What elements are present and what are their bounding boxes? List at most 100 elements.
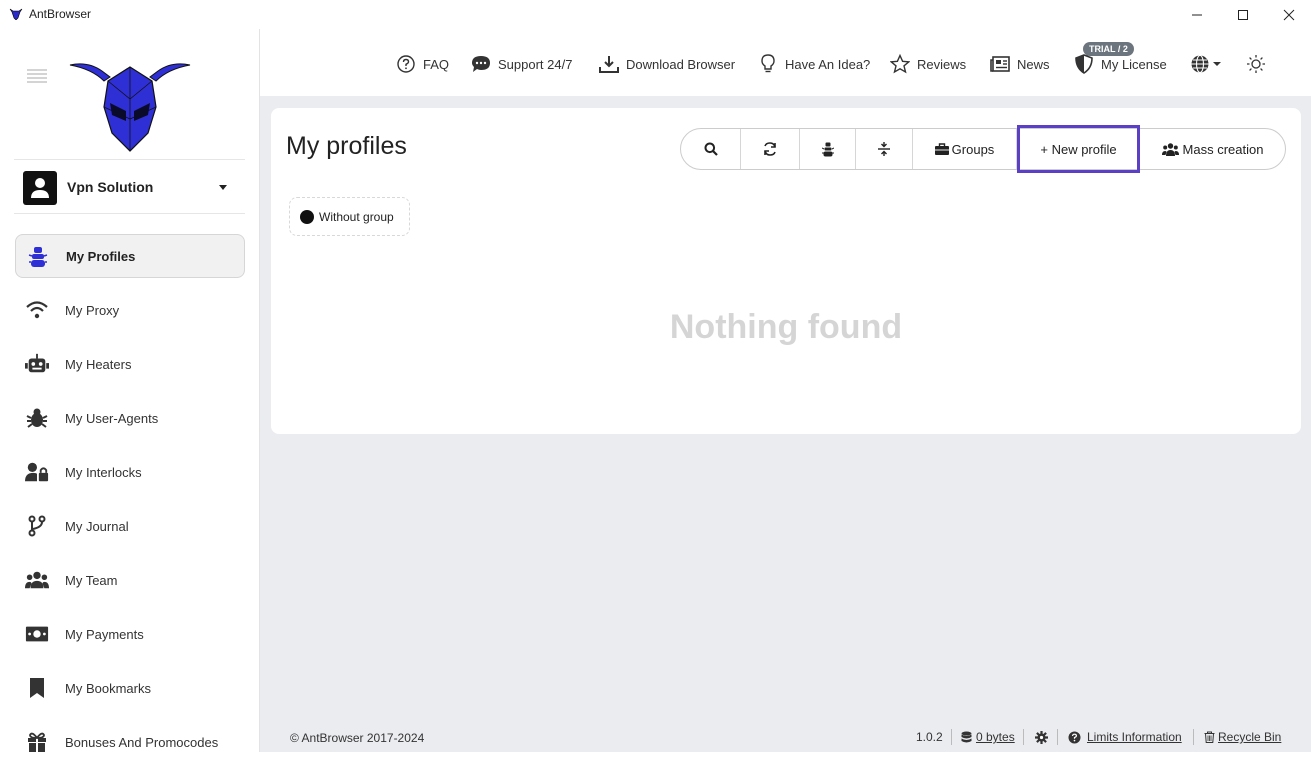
title-bar: AntBrowser	[0, 0, 1311, 29]
news-label: News	[1017, 56, 1050, 72]
sidebar-item-my-profiles[interactable]: My Profiles	[15, 234, 245, 278]
sidebar-item-my-team[interactable]: My Team	[15, 558, 245, 602]
footer-divider	[951, 729, 952, 745]
limits-information-link[interactable]: Limits Information	[1068, 729, 1182, 745]
idea-label: Have An Idea?	[785, 56, 871, 72]
groups-button[interactable]: Groups	[913, 129, 1017, 169]
newspaper-icon	[990, 54, 1010, 74]
minimize-button[interactable]	[1174, 0, 1220, 29]
have-an-idea-link[interactable]: Have An Idea?	[758, 52, 870, 76]
ant-icon	[26, 245, 50, 269]
briefcase-icon	[934, 143, 949, 155]
sidebar-item-my-payments[interactable]: My Payments	[15, 612, 245, 656]
license-label: My License	[1101, 56, 1167, 72]
group-chip-label: Without group	[319, 209, 394, 224]
window-title: AntBrowser	[29, 7, 92, 21]
faq-label: FAQ	[423, 56, 450, 72]
sidebar-item-my-user-agents[interactable]: My User-Agents	[15, 396, 245, 440]
news-link[interactable]: News	[990, 52, 1050, 76]
compress-button[interactable]	[856, 129, 913, 169]
language-dropdown[interactable]	[1190, 52, 1221, 76]
top-navigation: FAQ Support 24/7 Download Browser Have A…	[260, 29, 1311, 96]
sidebar-item-my-bookmarks[interactable]: My Bookmarks	[15, 666, 245, 710]
refresh-button[interactable]	[741, 129, 800, 169]
users-icon	[1161, 142, 1179, 156]
users-icon	[25, 568, 49, 592]
divider	[14, 213, 245, 214]
bug-icon	[25, 406, 49, 430]
group-chip-without-group[interactable]: Without group	[289, 197, 410, 236]
app-logo-icon	[9, 8, 23, 20]
wifi-icon	[25, 298, 49, 322]
group-color-dot	[300, 209, 314, 224]
storage-link[interactable]: 0 bytes	[961, 729, 1015, 745]
gift-icon	[25, 730, 49, 754]
profiles-toolbar: Groups + New profile Mass creation	[680, 125, 1286, 173]
version-text: 1.0.2	[916, 730, 943, 744]
sidebar-item-label: My Team	[65, 572, 118, 588]
sidebar-item-my-proxy[interactable]: My Proxy	[15, 288, 245, 332]
avatar	[23, 171, 57, 205]
search-button[interactable]	[681, 129, 741, 169]
footer-divider	[1023, 729, 1024, 745]
sidebar-item-label: My Payments	[65, 626, 144, 642]
caret-down-icon	[219, 185, 227, 190]
footer-divider	[1057, 729, 1058, 745]
new-profile-label: + New profile	[1040, 141, 1117, 157]
sidebar-item-label: My Journal	[65, 518, 129, 534]
compress-icon	[878, 142, 890, 156]
page-title: My profiles	[286, 132, 407, 160]
sidebar-item-label: My Interlocks	[65, 464, 142, 480]
gear-icon	[1035, 730, 1048, 744]
sidebar: Vpn Solution My Profiles My Proxy My Hea…	[0, 29, 260, 752]
new-profile-button[interactable]: + New profile	[1017, 125, 1140, 173]
empty-state-text: Nothing found	[669, 308, 903, 346]
user-lock-icon	[25, 460, 49, 484]
sidebar-item-label: My Proxy	[65, 302, 120, 318]
maximize-icon	[1238, 9, 1248, 20]
recycle-label: Recycle Bin	[1218, 730, 1282, 744]
support-link[interactable]: Support 24/7	[471, 52, 572, 76]
sidebar-item-label: My Bookmarks	[65, 680, 151, 696]
profiles-card: My profiles Groups + New profile Mass cr…	[271, 108, 1301, 434]
menu-toggle-icon[interactable]	[26, 69, 48, 83]
my-license-link[interactable]: My License	[1074, 52, 1167, 76]
faq-link[interactable]: FAQ	[396, 52, 449, 76]
limits-label: Limits Information	[1087, 730, 1182, 744]
support-label: Support 24/7	[498, 56, 573, 72]
download-icon	[599, 54, 619, 74]
ant-filter-button[interactable]	[800, 129, 856, 169]
ant-icon	[821, 142, 834, 156]
recycle-bin-link[interactable]: Recycle Bin	[1204, 729, 1281, 745]
groups-label: Groups	[951, 141, 995, 157]
sidebar-item-my-heaters[interactable]: My Heaters	[15, 342, 245, 386]
storage-label: 0 bytes	[976, 730, 1015, 744]
antbrowser-logo	[69, 63, 191, 152]
chat-icon	[471, 54, 491, 74]
sidebar-item-my-journal[interactable]: My Journal	[15, 504, 245, 548]
sidebar-item-label: My User-Agents	[65, 410, 159, 426]
download-label: Download Browser	[626, 56, 736, 72]
main-content: FAQ Support 24/7 Download Browser Have A…	[260, 29, 1311, 752]
settings-button[interactable]	[1035, 729, 1048, 745]
globe-icon	[1190, 54, 1210, 74]
theme-toggle[interactable]	[1246, 52, 1273, 76]
account-name: Vpn Solution	[67, 179, 154, 195]
close-button[interactable]	[1266, 0, 1311, 29]
reviews-link[interactable]: Reviews	[890, 52, 966, 76]
reviews-label: Reviews	[917, 56, 967, 72]
lightbulb-icon	[758, 54, 778, 74]
download-browser-link[interactable]: Download Browser	[599, 52, 735, 76]
question-circle-icon	[396, 54, 416, 74]
sidebar-item-my-interlocks[interactable]: My Interlocks	[15, 450, 245, 494]
account-switcher[interactable]: Vpn Solution	[14, 160, 245, 213]
database-icon	[961, 731, 972, 743]
sidebar-item-bonuses-and-promocodes[interactable]: Bonuses And Promocodes	[15, 720, 245, 764]
trash-icon	[1204, 731, 1215, 743]
mass-creation-button[interactable]: Mass creation	[1140, 129, 1285, 169]
sidebar-item-label: Bonuses And Promocodes	[65, 734, 219, 750]
sidebar-item-label: My Profiles	[66, 248, 136, 264]
maximize-button[interactable]	[1220, 0, 1266, 29]
footer: © AntBrowser 2017-2024 1.0.2 0 bytes Lim…	[260, 722, 1311, 752]
bookmark-icon	[25, 676, 49, 700]
